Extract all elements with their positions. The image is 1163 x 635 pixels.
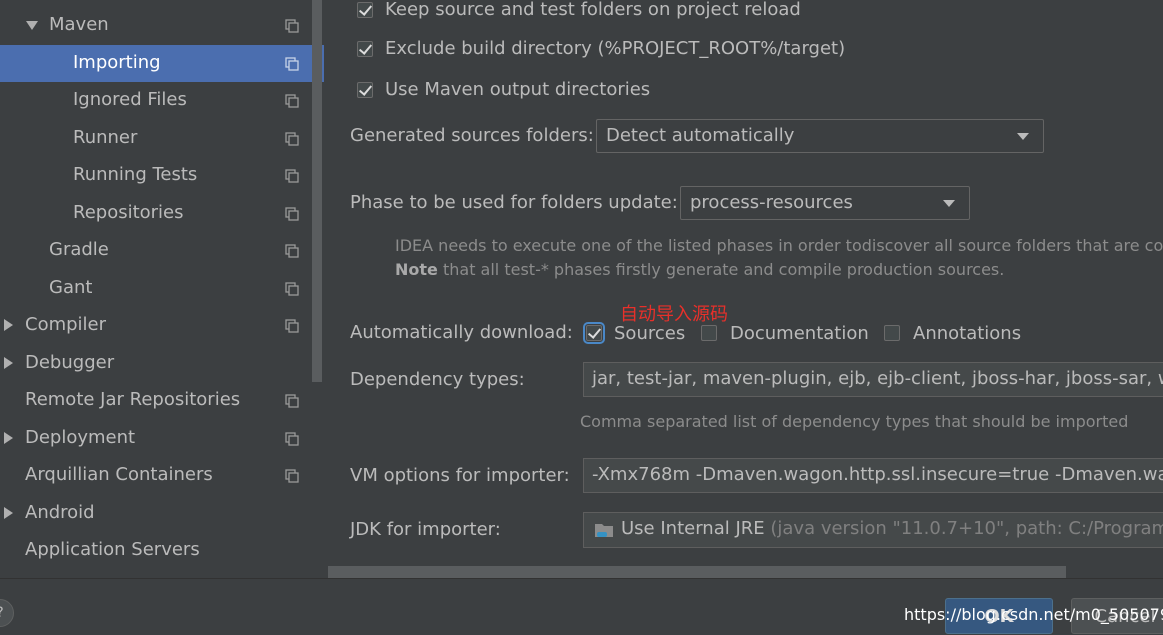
settings-sidebar-tree: Maven Importing Ignored Files Runner Run… <box>0 0 324 578</box>
exclude-build-checkbox[interactable] <box>357 41 373 57</box>
jdk-label: JDK for importer: <box>350 519 501 540</box>
expand-right-icon[interactable] <box>4 319 13 331</box>
tree-item-arquillian-containers[interactable]: Arquillian Containers <box>0 457 324 494</box>
tree-item-importing[interactable]: Importing <box>0 45 324 82</box>
phase-hint-line1: IDEA needs to execute one of the listed … <box>395 236 1163 255</box>
expand-right-icon[interactable] <box>4 357 13 369</box>
tree-item-repositories[interactable]: Repositories <box>0 195 324 232</box>
dependency-types-hint: Comma separated list of dependency types… <box>580 412 1129 431</box>
tree-item-gant[interactable]: Gant <box>0 270 324 307</box>
project-settings-icon <box>285 94 299 108</box>
project-settings-icon <box>285 432 299 446</box>
tree-item-runner[interactable]: Runner <box>0 120 324 157</box>
dialog-footer: ? OK Cancel https://blog.csdn.net/m0_505… <box>0 578 1163 634</box>
tree-item-application-servers[interactable]: Application Servers <box>0 532 324 569</box>
folder-java-icon <box>595 524 613 537</box>
project-settings-icon <box>285 469 299 483</box>
tree-item-label: Android <box>25 502 95 523</box>
field-value: Use Internal JRE (java version "11.0.7+1… <box>621 518 1163 539</box>
vm-options-field[interactable]: -Xmx768m -Dmaven.wagon.http.ssl.insecure… <box>583 458 1163 493</box>
tree-item-label: Importing <box>73 52 161 73</box>
keep-source-label: Keep source and test folders on project … <box>385 0 801 20</box>
use-maven-output-checkbox[interactable] <box>357 82 373 98</box>
project-settings-icon <box>285 169 299 183</box>
annotations-label: Annotations <box>913 323 1022 344</box>
sources-checkbox[interactable] <box>583 322 605 344</box>
documentation-label: Documentation <box>730 323 869 344</box>
project-settings-icon <box>285 244 299 258</box>
maven-importing-panel: Keep source and test folders on project … <box>328 0 1163 578</box>
tree-item-label: Repositories <box>73 202 184 223</box>
jdk-value: Use Internal JRE <box>621 518 765 539</box>
tree-item-label: Maven <box>49 14 109 35</box>
field-value: -Xmx768m -Dmaven.wagon.http.ssl.insecure… <box>592 464 1163 485</box>
tree-item-label: Gant <box>49 277 93 298</box>
jdk-detail: (java version "11.0.7+10", path: C:/Prog… <box>764 518 1163 539</box>
tree-item-label: Gradle <box>49 239 109 260</box>
tree-item-deployment[interactable]: Deployment <box>0 420 324 457</box>
keep-source-checkbox[interactable] <box>357 2 373 18</box>
exclude-build-label: Exclude build directory (%PROJECT_ROOT%/… <box>385 38 846 59</box>
documentation-checkbox[interactable] <box>701 325 717 341</box>
expand-down-icon[interactable] <box>26 21 38 30</box>
dependency-types-field[interactable]: jar, test-jar, maven-plugin, ejb, ejb-cl… <box>583 362 1163 397</box>
phase-hint-line2: Note that all test-* phases firstly gene… <box>395 260 1004 279</box>
field-value: jar, test-jar, maven-plugin, ejb, ejb-cl… <box>592 368 1163 389</box>
tree-item-label: Deployment <box>25 427 136 448</box>
generated-sources-label: Generated sources folders: <box>350 125 594 146</box>
tree-item-ignored-files[interactable]: Ignored Files <box>0 82 324 119</box>
tree-item-maven[interactable]: Maven <box>0 7 324 44</box>
project-settings-icon <box>285 57 299 71</box>
expand-right-icon[interactable] <box>4 507 13 519</box>
auto-download-label: Automatically download: <box>350 322 573 343</box>
tree-item-compiler[interactable]: Compiler <box>0 307 324 344</box>
tree-item-debugger[interactable]: Debugger <box>0 345 324 382</box>
expand-right-icon[interactable] <box>4 432 13 444</box>
dependency-types-label: Dependency types: <box>350 369 525 390</box>
jdk-dropdown[interactable]: Use Internal JRE (java version "11.0.7+1… <box>583 512 1163 548</box>
tree-item-label: Compiler <box>25 314 107 335</box>
sources-label: Sources <box>614 323 686 344</box>
horizontal-scrollbar[interactable] <box>328 566 1066 578</box>
tree-item-running-tests[interactable]: Running Tests <box>0 157 324 194</box>
chevron-down-icon <box>943 200 955 207</box>
tree-item-android[interactable]: Android <box>0 495 324 532</box>
use-maven-output-label: Use Maven output directories <box>385 79 651 100</box>
sidebar-scrollbar[interactable] <box>312 0 322 382</box>
tree-item-label: Running Tests <box>73 164 198 185</box>
chevron-down-icon <box>1017 133 1029 140</box>
dropdown-value: Detect automatically <box>606 125 795 146</box>
vm-options-label: VM options for importer: <box>350 465 570 486</box>
tree-item-gradle[interactable]: Gradle <box>0 232 324 269</box>
phase-dropdown[interactable]: process-resources <box>680 186 970 220</box>
project-settings-icon <box>285 207 299 221</box>
project-settings-icon <box>285 319 299 333</box>
watermark-url: https://blog.csdn.net/m0_50507927 <box>904 605 1163 624</box>
tree-item-label: Arquillian Containers <box>25 464 213 485</box>
note-label: Note <box>395 260 438 279</box>
annotations-checkbox[interactable] <box>884 325 900 341</box>
project-settings-icon <box>285 132 299 146</box>
help-button[interactable]: ? <box>0 599 14 627</box>
tree-item-label: Runner <box>73 127 138 148</box>
tree-item-remote-jar-repositories[interactable]: Remote Jar Repositories <box>0 382 324 419</box>
project-settings-icon <box>285 394 299 408</box>
tree-item-label: Debugger <box>25 352 115 373</box>
tree-item-label: Ignored Files <box>73 89 187 110</box>
phase-label: Phase to be used for folders update: <box>350 192 678 213</box>
project-settings-icon <box>285 19 299 33</box>
generated-sources-dropdown[interactable]: Detect automatically <box>596 119 1044 153</box>
project-settings-icon <box>285 282 299 296</box>
tree-item-label: Remote Jar Repositories <box>25 389 241 410</box>
dropdown-value: process-resources <box>690 192 853 213</box>
tree-item-label: Application Servers <box>25 539 200 560</box>
phase-hint-text: that all test-* phases firstly generate … <box>437 260 1005 279</box>
